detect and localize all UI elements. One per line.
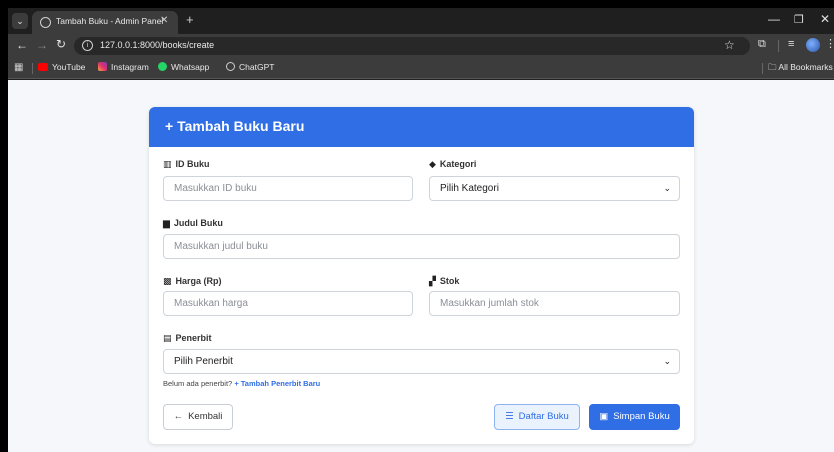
chatgpt-icon <box>226 62 235 71</box>
profile-avatar-icon[interactable] <box>806 38 820 52</box>
id-buku-input[interactable] <box>163 176 413 201</box>
instagram-icon <box>98 62 107 71</box>
minimize-icon[interactable]: — <box>768 12 780 26</box>
add-publisher-link[interactable]: + Tambah Penerbit Baru <box>234 379 320 388</box>
penerbit-label: ▤ Penerbit <box>163 333 212 343</box>
close-tab-icon[interactable]: ✕ <box>160 15 168 26</box>
harga-input[interactable] <box>163 291 413 316</box>
card-header: + Tambah Buku Baru <box>149 107 694 147</box>
tag-icon: ◆ <box>429 159 436 169</box>
id-buku-label: ▥ ID Buku <box>163 159 210 169</box>
tab-title: Tambah Buku - Admin Panel <box>56 16 164 26</box>
tab-search-icon[interactable]: ⌄ <box>12 13 28 29</box>
kategori-select[interactable]: Pilih Kategori ⌄ <box>429 176 680 201</box>
page-viewport: + Tambah Buku Baru ▥ID Buku ◆Kategori Pi… <box>8 80 834 452</box>
book-list-button[interactable]: ☰ Daftar Buku <box>494 404 580 430</box>
folder-icon: 🗀 <box>768 62 779 72</box>
penerbit-hint: Belum ada penerbit? + Tambah Penerbit Ba… <box>163 379 321 388</box>
bookmarks-bar: ▦ YouTube Instagram Whatsapp ChatGPT 🗀 A… <box>8 58 834 79</box>
building-icon: ▤ <box>163 333 172 343</box>
bookmark-youtube[interactable]: YouTube <box>38 62 85 72</box>
barcode-icon: ▥ <box>163 159 172 169</box>
toolbar-divider <box>778 40 779 52</box>
back-button[interactable]: ← Kembali <box>163 404 233 430</box>
close-window-icon[interactable]: ✕ <box>820 12 830 26</box>
reload-icon[interactable]: ↻ <box>56 37 66 51</box>
globe-icon <box>40 17 51 28</box>
book-icon: ▆ <box>163 218 170 228</box>
save-icon: ▣ <box>599 411 609 422</box>
judul-buku-label: ▆ Judul Buku <box>163 218 223 228</box>
youtube-icon <box>38 63 48 71</box>
penerbit-select[interactable]: Pilih Penerbit ⌄ <box>163 349 680 374</box>
stok-label: ▞ Stok <box>429 276 460 286</box>
bookmarks-divider-right <box>762 63 763 74</box>
bookmark-chatgpt[interactable]: ChatGPT <box>226 62 274 72</box>
restore-icon[interactable]: ❐ <box>794 13 804 26</box>
new-tab-icon[interactable]: + <box>186 12 194 27</box>
stok-input[interactable] <box>429 291 680 316</box>
list-icon: ☰ <box>505 411 514 422</box>
page-title: + Tambah Buku Baru <box>165 118 305 134</box>
chevron-down-icon: ⌄ <box>663 356 671 366</box>
all-bookmarks[interactable]: 🗀 All Bookmarks <box>768 62 833 76</box>
add-book-card: + Tambah Buku Baru ▥ID Buku ◆Kategori Pi… <box>149 107 694 444</box>
browser-toolbar: ← → ↻ i 127.0.0.1:8000/books/create ☆ ⧉ … <box>8 34 834 58</box>
chevron-down-icon: ⌄ <box>663 183 671 193</box>
extensions-icon[interactable]: ⧉ <box>758 38 766 51</box>
bookmark-instagram[interactable]: Instagram <box>98 62 149 72</box>
tab-strip: ⌄ Tambah Buku - Admin Panel ✕ + — ❐ ✕ <box>8 8 834 34</box>
boxes-icon: ▞ <box>429 276 436 286</box>
tab-active[interactable]: Tambah Buku - Admin Panel ✕ <box>32 11 178 34</box>
site-info-icon[interactable]: i <box>82 40 93 51</box>
reading-list-icon[interactable]: ≡ <box>788 38 794 50</box>
bookmark-star-icon[interactable]: ☆ <box>724 38 735 52</box>
browser-window: ⌄ Tambah Buku - Admin Panel ✕ + — ❐ ✕ ← … <box>8 8 834 452</box>
url-text[interactable]: 127.0.0.1:8000/books/create <box>100 40 214 50</box>
back-arrow-icon[interactable]: ← <box>16 38 28 52</box>
plus-icon: + <box>165 118 178 134</box>
apps-grid-icon[interactable]: ▦ <box>14 62 23 73</box>
money-icon: ▩ <box>163 276 172 286</box>
whatsapp-icon <box>158 62 167 71</box>
forward-arrow-icon[interactable]: → <box>36 38 48 52</box>
arrow-left-icon: ← <box>173 411 184 422</box>
address-bar[interactable]: i 127.0.0.1:8000/books/create ☆ <box>74 37 750 55</box>
bookmarks-divider <box>32 63 33 74</box>
bookmark-whatsapp[interactable]: Whatsapp <box>158 62 209 72</box>
kategori-label: ◆ Kategori <box>429 159 477 169</box>
judul-buku-input[interactable] <box>163 234 680 259</box>
kebab-menu-icon[interactable]: ⋮ <box>825 37 834 50</box>
save-book-button[interactable]: ▣ Simpan Buku <box>589 404 680 430</box>
harga-label: ▩ Harga (Rp) <box>163 276 222 286</box>
